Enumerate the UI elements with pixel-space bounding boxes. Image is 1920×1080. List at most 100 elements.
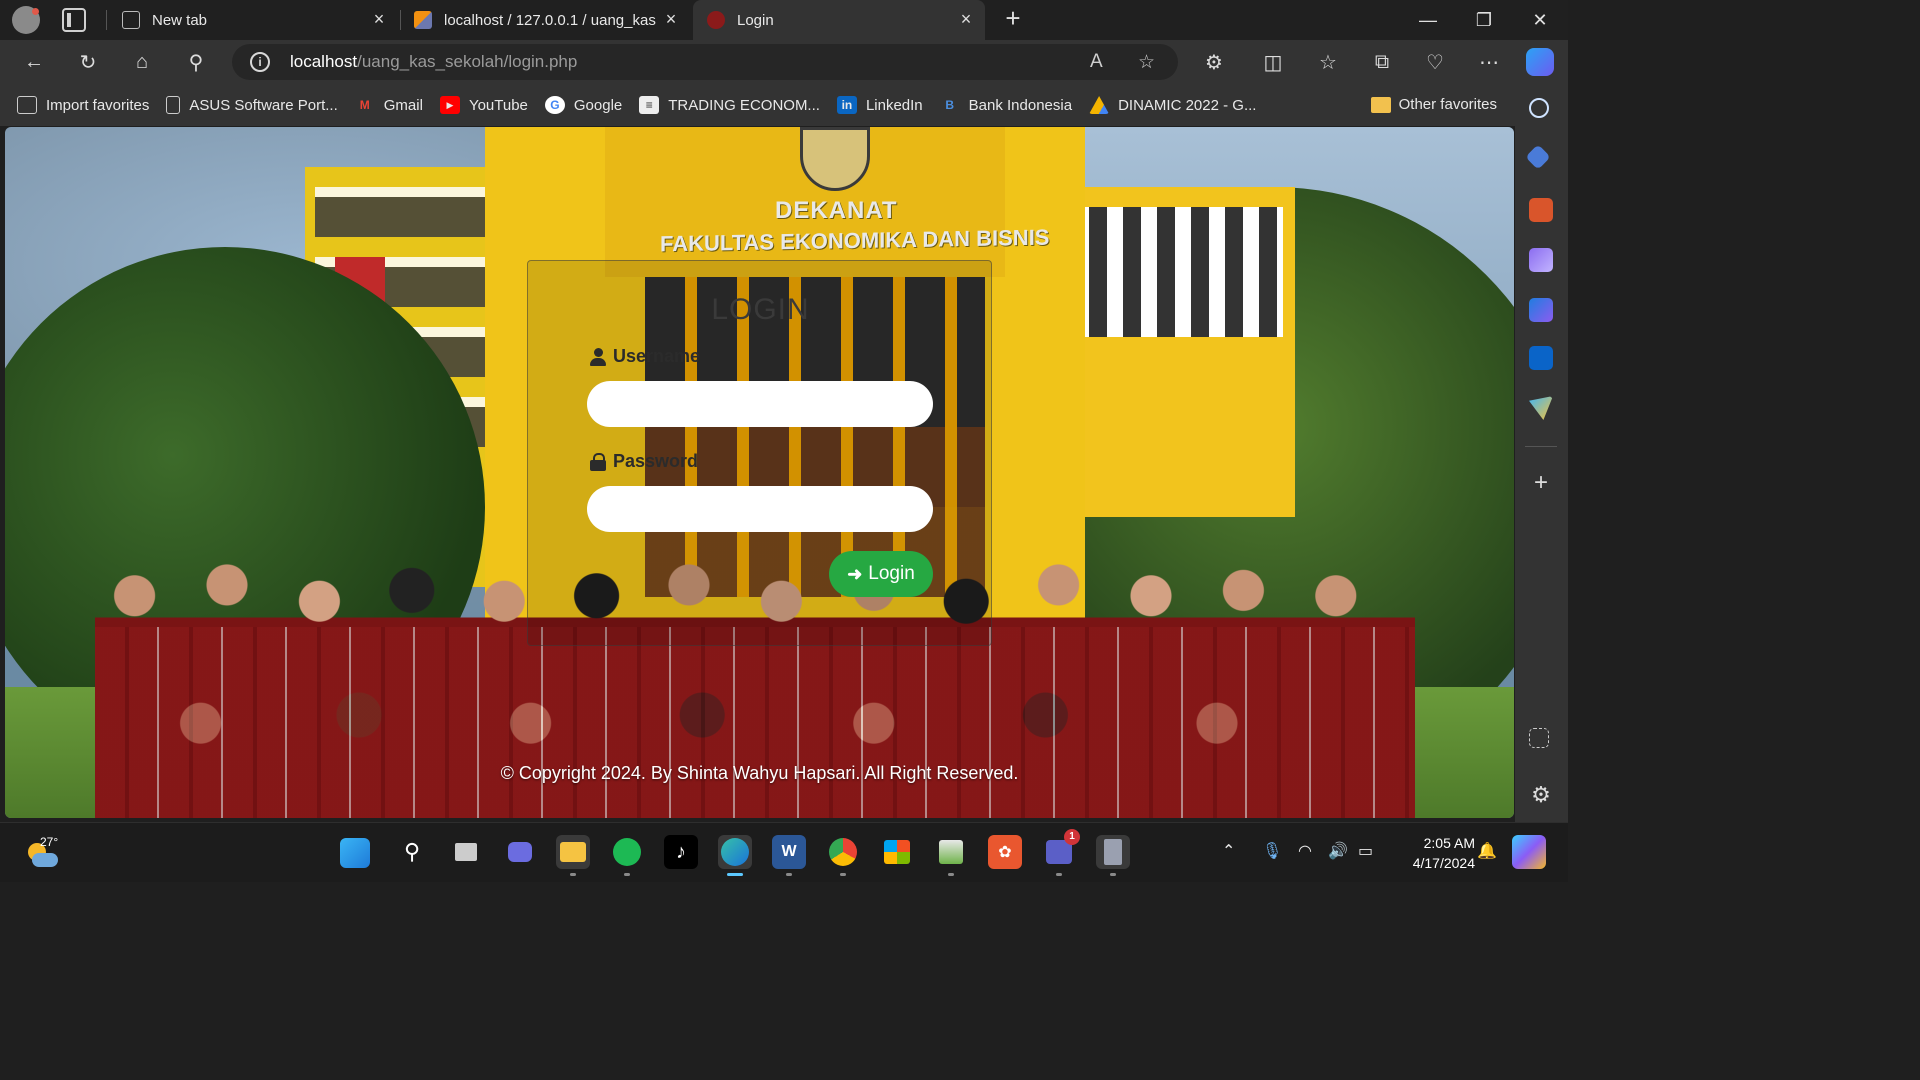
address-bar[interactable]: i localhost/uang_kas_sekolah/login.php A… — [232, 44, 1178, 80]
tools-icon[interactable] — [1529, 198, 1553, 222]
password-input[interactable] — [587, 486, 933, 532]
close-tab-icon[interactable]: × — [662, 10, 680, 28]
favorite-dinamic[interactable]: DINAMIC 2022 - G... — [1089, 96, 1256, 114]
tiktok-icon[interactable]: ♪ — [664, 835, 698, 869]
favorite-label: ASUS Software Port... — [189, 96, 338, 114]
task-view-icon[interactable] — [449, 835, 483, 869]
password-label: Password — [590, 451, 698, 472]
edge-icon[interactable] — [718, 835, 752, 876]
close-tab-icon[interactable]: × — [957, 10, 975, 28]
minimize-button[interactable]: — — [1400, 0, 1456, 40]
start-icon[interactable] — [340, 838, 370, 868]
favorite-label: Import favorites — [46, 96, 150, 114]
show-hidden-icons-icon[interactable]: ⌃ — [1222, 841, 1235, 861]
volume-icon[interactable]: 🔊 — [1328, 841, 1348, 861]
office-icon[interactable]: ✿ — [988, 835, 1022, 869]
teams-icon[interactable]: 1 — [1042, 829, 1080, 876]
favorite-linkedin[interactable]: in LinkedIn — [836, 96, 923, 114]
search-icon[interactable] — [1529, 98, 1549, 118]
favorites-icon[interactable]: ☆ — [1314, 48, 1342, 76]
favorite-label: Bank Indonesia — [968, 96, 1073, 114]
sign-in-icon: ➜ — [847, 563, 863, 584]
import-icon — [17, 96, 37, 114]
battery-icon[interactable]: ▭ — [1358, 841, 1373, 861]
copilot-icon[interactable] — [1512, 835, 1546, 869]
login-button-label: Login — [868, 563, 915, 584]
browser-window: New tab × localhost / 127.0.0.1 / uang_k… — [0, 0, 1568, 882]
more-options-icon[interactable]: ⋯ — [1475, 48, 1503, 76]
page-viewport: DEKANAT FAKULTAS EKONOMIKA DAN BISNIS LO… — [5, 127, 1514, 818]
split-screen-icon[interactable]: ◫ — [1259, 48, 1287, 76]
chat-icon[interactable] — [503, 835, 537, 869]
running-indicator — [1110, 873, 1116, 876]
new-tab-button[interactable]: + — [1000, 5, 1026, 32]
restore-button[interactable]: ❐ — [1456, 0, 1512, 40]
gmail-icon: M — [359, 98, 370, 112]
clock[interactable]: 2:05 AM 4/17/2024 — [1395, 833, 1475, 873]
favorite-label: DINAMIC 2022 - G... — [1118, 96, 1257, 114]
search-icon[interactable]: ⚲ — [182, 48, 210, 76]
home-icon[interactable]: ⌂ — [128, 48, 156, 76]
refresh-icon[interactable]: ↻ — [74, 48, 102, 76]
favorite-bank-indonesia[interactable]: B Bank Indonesia — [940, 96, 1072, 114]
search-icon[interactable]: ⚲ — [395, 835, 429, 869]
calculator-icon[interactable] — [1096, 835, 1130, 876]
tab-actions-icon[interactable] — [62, 8, 86, 32]
google-drive-icon — [1089, 96, 1110, 114]
running-indicator — [570, 873, 576, 876]
building-sign-dekanat: DEKANAT — [775, 197, 898, 224]
user-icon — [590, 347, 606, 366]
close-tab-icon[interactable]: × — [370, 10, 388, 28]
tab-login[interactable]: Login × — [693, 0, 985, 40]
notification-bell-icon[interactable]: 🔔 — [1477, 841, 1497, 861]
other-favorites[interactable]: Other favorites — [1370, 96, 1497, 113]
login-button[interactable]: ➜ Login — [829, 551, 933, 597]
microsoft365-icon[interactable] — [1529, 298, 1553, 322]
favorite-youtube[interactable]: ▶ YouTube — [439, 96, 528, 114]
read-aloud-icon[interactable]: A — [1090, 51, 1103, 73]
running-indicator — [948, 873, 954, 876]
microsoft-store-icon[interactable] — [880, 835, 914, 869]
tab-new-tab[interactable]: New tab × — [108, 0, 398, 40]
drop-icon[interactable] — [1529, 396, 1553, 420]
favorite-gmail[interactable]: M Gmail — [355, 96, 423, 114]
browser-essentials-icon[interactable]: ♡ — [1421, 48, 1449, 76]
tab-phpmyadmin[interactable]: localhost / 127.0.0.1 / uang_kas × — [400, 0, 690, 40]
outlook-icon[interactable] — [1529, 346, 1553, 370]
add-favorite-icon[interactable]: ☆ — [1138, 51, 1155, 74]
favorite-trading-economics[interactable]: ≡ TRADING ECONOM... — [639, 96, 820, 114]
username-input[interactable] — [587, 381, 933, 427]
screenshot-icon[interactable] — [1529, 728, 1549, 748]
add-sidebar-app-icon[interactable]: + — [1529, 471, 1553, 496]
back-icon[interactable]: ← — [20, 48, 48, 76]
spotify-icon[interactable] — [610, 835, 644, 876]
url-text[interactable]: localhost/uang_kas_sekolah/login.php — [290, 52, 577, 72]
close-window-button[interactable]: ✕ — [1512, 0, 1568, 40]
games-icon[interactable] — [1529, 248, 1553, 272]
file-explorer-icon[interactable] — [556, 835, 590, 876]
sidebar-settings-icon[interactable]: ⚙ — [1529, 784, 1553, 808]
cloud-icon — [32, 853, 58, 867]
google-icon: G — [544, 96, 565, 114]
profile-avatar[interactable] — [12, 6, 40, 34]
temperature: 27° — [40, 835, 59, 849]
collections-icon[interactable]: ⧉ — [1368, 48, 1396, 76]
username-label: Username — [590, 346, 700, 367]
shopping-tag-icon[interactable] — [1525, 144, 1551, 170]
copilot-icon[interactable] — [1526, 48, 1554, 76]
microphone-icon[interactable]: 🎙 — [1262, 841, 1282, 861]
tab-label: New tab — [152, 11, 208, 29]
favorite-google[interactable]: G Google — [544, 96, 622, 114]
site-info-icon[interactable]: i — [250, 52, 270, 72]
wifi-icon[interactable]: ◠ — [1298, 841, 1312, 861]
word-icon[interactable]: W — [772, 835, 806, 876]
tab-label: Login — [737, 11, 774, 29]
image-viewer-icon[interactable] — [934, 835, 968, 876]
youtube-icon: ▶ — [439, 96, 460, 114]
favorite-import[interactable]: Import favorites — [17, 96, 149, 114]
background-building-right-windows — [1073, 207, 1283, 337]
favorite-asus[interactable]: ASUS Software Port... — [166, 96, 338, 114]
site-favicon-icon — [707, 11, 725, 29]
extensions-icon[interactable]: ⚙ — [1200, 48, 1228, 76]
chrome-icon[interactable] — [826, 835, 860, 876]
